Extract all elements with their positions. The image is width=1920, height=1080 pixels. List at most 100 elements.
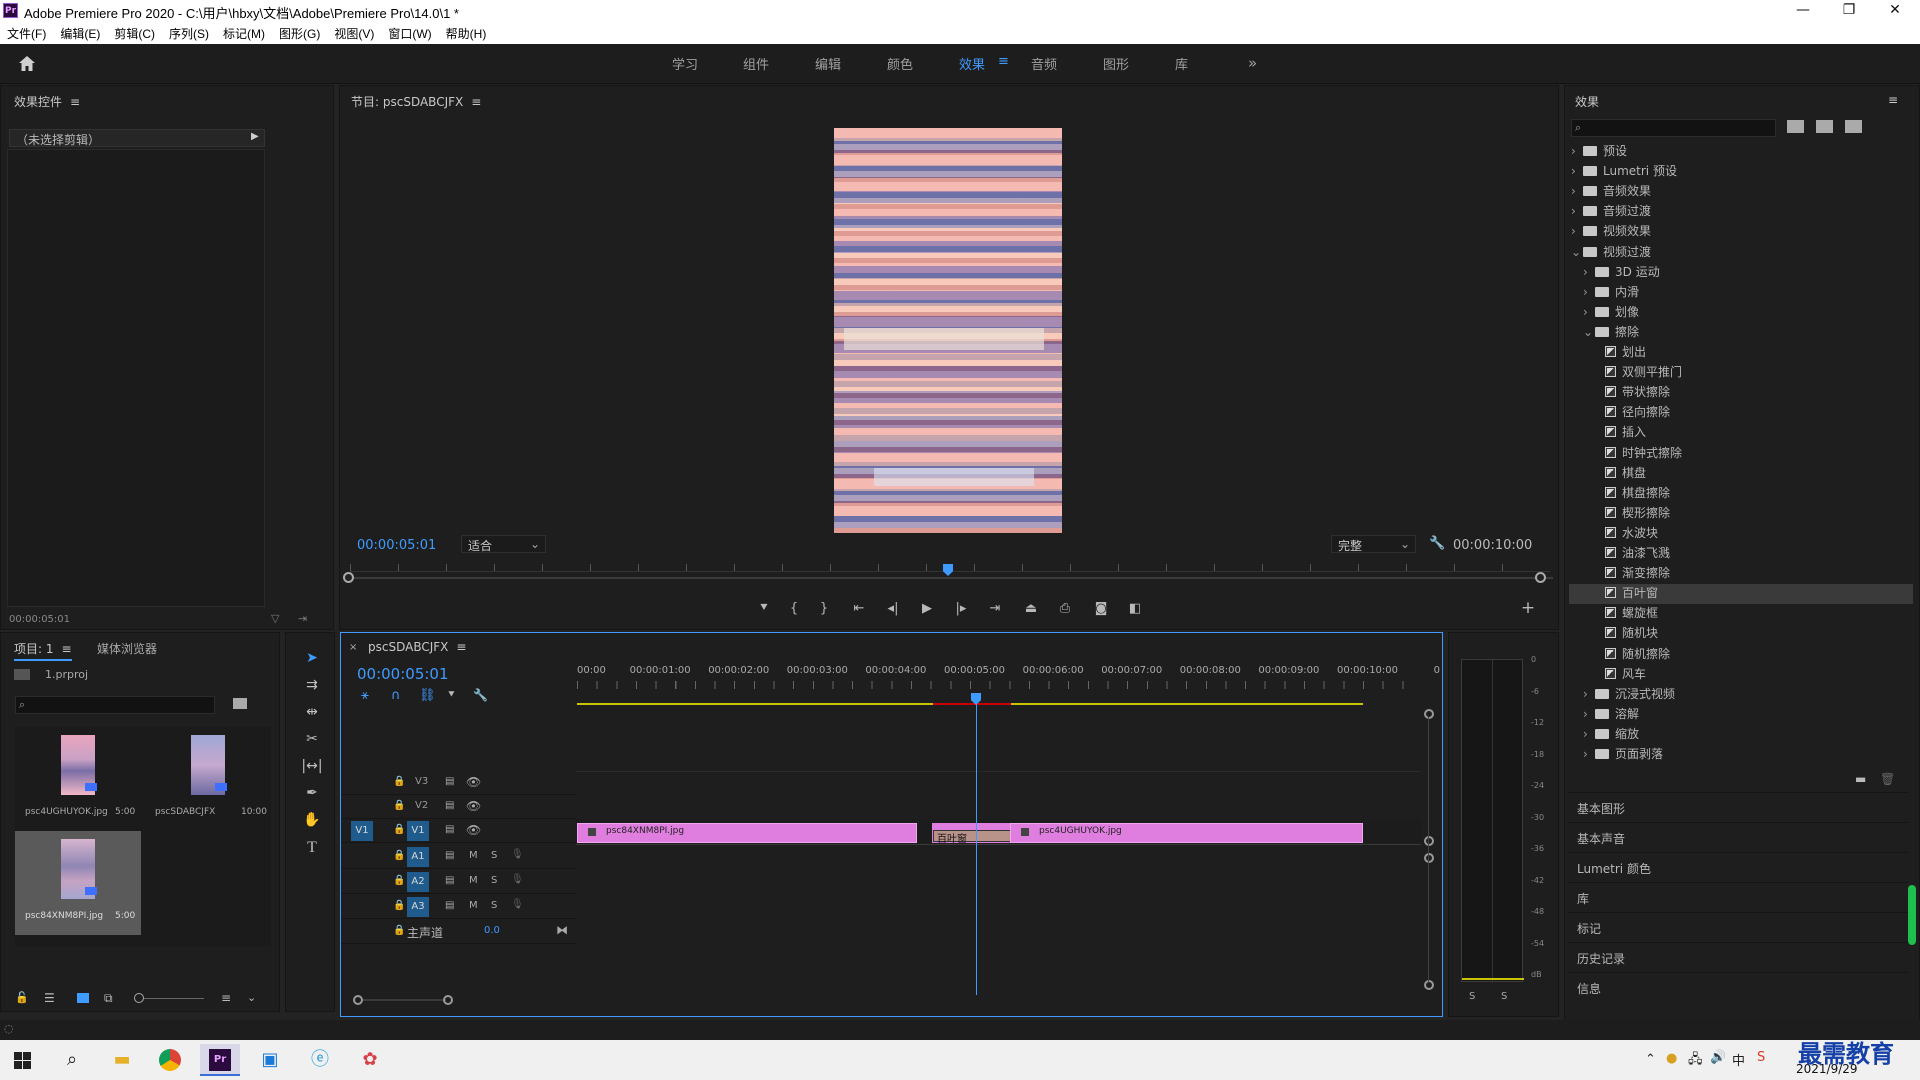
effect-item[interactable]: 渐变擦除: [1569, 564, 1913, 584]
delete-icon[interactable]: 🗑: [1880, 772, 1895, 786]
pen-tool-icon[interactable]: ✒: [298, 785, 326, 809]
mute-button[interactable]: M: [469, 850, 478, 861]
chevron-down-icon[interactable]: ⌄: [247, 991, 256, 1004]
panel-essential-graphics[interactable]: 基本图形: [1568, 792, 1908, 821]
nest-icon[interactable]: ⚹: [361, 688, 369, 703]
menu-marker[interactable]: 标记(M): [216, 22, 272, 42]
yuv-effects-icon[interactable]: [1845, 120, 1862, 133]
close-icon[interactable]: ✕: [1872, 0, 1918, 22]
lift-icon[interactable]: ⏏: [1020, 601, 1042, 616]
solo-right-button[interactable]: S: [1501, 991, 1507, 1002]
sort-icon[interactable]: ≡: [221, 991, 231, 1005]
home-icon[interactable]: [18, 55, 36, 72]
timeline-ruler[interactable]: 00:00 00:00:01:00 00:00:02:00 00:00:03:00 00…: [577, 663, 1440, 691]
effect-item[interactable]: 随机擦除: [1569, 645, 1913, 665]
effects-folder[interactable]: › 3D 运动: [1569, 263, 1913, 283]
accelerated-effects-icon[interactable]: [1787, 120, 1804, 133]
track-select-tool-icon[interactable]: ⇉: [298, 677, 326, 701]
expand-arrow-icon[interactable]: ›: [1583, 727, 1593, 741]
expand-arrow-icon[interactable]: ›: [1583, 265, 1593, 279]
effect-item[interactable]: 风车: [1569, 665, 1913, 685]
panel-history[interactable]: 历史记录: [1568, 942, 1908, 971]
audio-scroll-handle[interactable]: [1424, 980, 1434, 990]
fit-dropdown[interactable]: 适合 ⌄: [461, 535, 546, 553]
clip-psc84XNM8PI[interactable]: psc84XNM8PI.jpg: [577, 823, 917, 843]
go-to-in-icon[interactable]: ⇤: [848, 601, 870, 616]
razor-tool-icon[interactable]: ✂: [298, 731, 326, 755]
menu-edit[interactable]: 编辑(E): [53, 22, 107, 42]
zoom-slider-handle[interactable]: [134, 993, 144, 1003]
track-target-a3[interactable]: A3: [407, 897, 429, 917]
effects-folder[interactable]: ⌄ 视频过渡: [1569, 243, 1913, 263]
expand-arrow-icon[interactable]: ›: [1583, 707, 1593, 721]
expand-arrow-icon[interactable]: ▶: [251, 131, 259, 142]
program-scrubber[interactable]: [348, 577, 1553, 579]
project-item-selected[interactable]: psc84XNM8PI.jpg 5:00: [15, 831, 141, 935]
effect-item[interactable]: 划出: [1569, 343, 1913, 363]
workspace-tab-effects[interactable]: 效果: [959, 54, 985, 73]
transition-blinds[interactable]: 百叶窗: [933, 830, 1011, 845]
workspace-menu-icon[interactable]: ≡: [998, 54, 1009, 69]
effect-item[interactable]: 双侧平推门: [1569, 363, 1913, 383]
step-back-icon[interactable]: ◂|: [882, 601, 904, 616]
video-scroll-handle[interactable]: [1424, 709, 1434, 719]
tray-app-icon[interactable]: ●: [1666, 1051, 1677, 1066]
new-bin-icon[interactable]: ▬: [1855, 772, 1866, 786]
workspace-tab-libraries[interactable]: 库: [1175, 54, 1188, 73]
hand-tool-icon[interactable]: ✋: [298, 812, 326, 836]
add-button-icon[interactable]: +: [1517, 598, 1539, 618]
master-volume-value[interactable]: 0.0: [484, 925, 500, 936]
extract-icon[interactable]: ⎙: [1054, 601, 1076, 616]
tab-media-browser[interactable]: 媒体浏览器: [97, 640, 157, 657]
effect-item[interactable]: 水波块: [1569, 524, 1913, 544]
panel-libraries[interactable]: 库: [1568, 882, 1908, 911]
icon-view-icon[interactable]: [77, 993, 89, 1003]
video-scroll-handle[interactable]: [1424, 836, 1434, 846]
effect-item[interactable]: 棋盘: [1569, 464, 1913, 484]
panel-lumetri-color[interactable]: Lumetri 颜色: [1568, 852, 1908, 881]
effect-item[interactable]: 插入: [1569, 423, 1913, 443]
effect-item[interactable]: 楔形擦除: [1569, 504, 1913, 524]
mark-in-icon[interactable]: {: [783, 601, 805, 616]
zoom-slider-track[interactable]: [144, 998, 204, 999]
effects-folder[interactable]: › 页面剥落: [1569, 745, 1913, 765]
lock-icon[interactable]: 🔓: [15, 991, 29, 1004]
linked-selection-icon[interactable]: ⛓: [419, 688, 436, 703]
32bit-effects-icon[interactable]: [1816, 120, 1833, 133]
track-target-v1[interactable]: V1: [407, 821, 429, 841]
step-forward-icon[interactable]: |▸: [950, 601, 972, 616]
comparison-view-icon[interactable]: ◧: [1124, 601, 1146, 616]
premiere-taskbar-icon[interactable]: Pr: [200, 1044, 240, 1076]
h-scroll-end-handle[interactable]: [443, 995, 453, 1005]
slip-tool-icon[interactable]: |↔|: [298, 758, 326, 782]
clip-psc4UGHUYOK[interactable]: psc4UGHUYOK.jpg: [1010, 823, 1363, 843]
panel-essential-sound[interactable]: 基本声音: [1568, 822, 1908, 851]
expand-arrow-icon[interactable]: ⌄: [1571, 245, 1581, 259]
effect-item[interactable]: 油漆飞溅: [1569, 544, 1913, 564]
workspace-tab-assembly[interactable]: 组件: [743, 54, 769, 73]
filter-icon[interactable]: ▽: [271, 612, 279, 625]
effect-item[interactable]: 带状擦除: [1569, 383, 1913, 403]
ime-language-icon[interactable]: 中: [1732, 1050, 1745, 1069]
panel-markers[interactable]: 标记: [1568, 912, 1908, 941]
menu-file[interactable]: 文件(F): [0, 22, 53, 42]
tray-chevron-icon[interactable]: ⌃: [1645, 1052, 1656, 1067]
effects-folder[interactable]: › 音频效果: [1569, 182, 1913, 202]
expand-arrow-icon[interactable]: ›: [1583, 305, 1593, 319]
quality-dropdown[interactable]: 完整 ⌄: [1331, 535, 1416, 553]
volume-icon[interactable]: 🔊: [1710, 1050, 1726, 1065]
app-icon[interactable]: ✿: [350, 1044, 390, 1076]
list-view-icon[interactable]: ☰: [44, 991, 55, 1005]
effect-item[interactable]: 径向擦除: [1569, 403, 1913, 423]
expand-arrow-icon[interactable]: ›: [1583, 747, 1593, 761]
network-icon[interactable]: 🖧: [1688, 1050, 1703, 1072]
project-item[interactable]: pscSDABCJFX 10:00: [145, 727, 271, 831]
project-item[interactable]: psc4UGHUYOK.jpg 5:00: [15, 727, 141, 831]
effect-item[interactable]: 时钟式擦除: [1569, 444, 1913, 464]
mute-button[interactable]: M: [469, 900, 478, 911]
mute-button[interactable]: M: [469, 875, 478, 886]
expand-arrow-icon[interactable]: ›: [1571, 144, 1581, 158]
add-marker-icon[interactable]: ⯆: [447, 688, 456, 702]
menu-graphics[interactable]: 图形(G): [272, 22, 327, 42]
sogou-ime-icon[interactable]: S: [1757, 1050, 1765, 1065]
